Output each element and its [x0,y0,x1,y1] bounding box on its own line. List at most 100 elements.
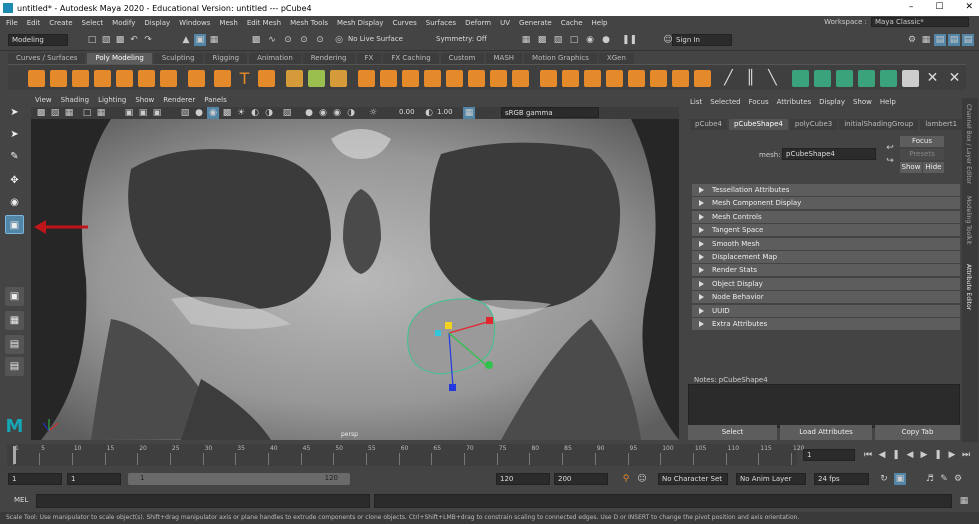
automatic-uv-icon[interactable] [858,70,875,87]
shelf-tab-animation[interactable]: Animation [249,53,301,64]
loop-icon[interactable]: ↻ [878,473,890,485]
mel-input[interactable] [36,494,370,508]
viewport-menu-shading[interactable]: Shading [61,96,89,107]
scale-tool-icon[interactable]: ▣ [5,215,24,234]
checker-icon[interactable] [902,70,919,87]
side-tab-attribute-editor[interactable]: Attribute Editor [965,264,972,310]
section-tessellation-attributes[interactable]: Tessellation Attributes [692,184,960,196]
close-button[interactable]: ✕ [965,2,973,12]
shelf-tab-poly-modeling[interactable]: Poly Modeling [87,53,152,64]
hypershade-icon[interactable]: ◉ [584,34,596,46]
boolean-difference-icon[interactable] [380,70,397,87]
viewport-menu-lighting[interactable]: Lighting [98,96,126,107]
section-mesh-controls[interactable]: Mesh Controls [692,211,960,223]
menu-generate[interactable]: Generate [519,19,552,27]
maximize-button[interactable]: ☐ [935,2,943,12]
section-tangent-space[interactable]: Tangent Space [692,224,960,236]
ae-tab-polycube3[interactable]: polyCube3 [789,119,838,130]
shelf-tab-rendering[interactable]: Rendering [302,53,355,64]
show-button[interactable]: Show [900,162,922,173]
shelf-tab-rigging[interactable]: Rigging [204,53,248,64]
step-forward-frame-icon[interactable]: ❚ [932,449,944,461]
step-forward-key-icon[interactable]: ▶ [946,449,958,461]
animation-preferences-icon[interactable]: ⚙ [952,473,964,485]
shadows-icon[interactable]: ◐ [249,107,261,119]
select-button[interactable]: Select [688,425,777,440]
menu-set-dropdown[interactable]: Modeling [8,34,68,46]
menu-edit[interactable]: Edit [27,19,41,27]
copy-tab-button[interactable]: Copy Tab [875,425,960,440]
menu-mesh-tools[interactable]: Mesh Tools [290,19,328,27]
exposure-icon[interactable]: ◑ [345,107,357,119]
anim-layer-dropdown[interactable]: No Anim Layer [736,473,806,485]
focus-button[interactable]: Focus [900,136,944,147]
save-scene-icon[interactable]: ▩ [114,34,126,46]
viewport-menu-view[interactable]: View [35,96,52,107]
color-management-icon[interactable]: ▦ [463,107,475,119]
ae-menu-show[interactable]: Show [853,98,872,109]
grid-icon[interactable]: ▦ [95,107,107,119]
presets-button[interactable]: Presets [900,149,944,160]
section-displacement-map[interactable]: Displacement Map [692,251,960,263]
menu-create[interactable]: Create [49,19,72,27]
camera-attributes-icon[interactable]: ▧ [49,107,61,119]
isolate-select-icon[interactable]: ● [303,107,315,119]
hide-button[interactable]: Hide [923,162,944,173]
two-view-layout-icon[interactable]: ▤ [5,335,24,354]
snap-curve-icon[interactable]: ∿ [266,34,278,46]
viewport-menu-show[interactable]: Show [135,96,154,107]
ae-menu-attributes[interactable]: Attributes [777,98,812,109]
live-surface-field[interactable]: No Live Surface [345,34,413,46]
go-to-end-icon[interactable]: ⏭ [960,449,972,461]
poly-cube-icon[interactable] [50,70,67,87]
single-perspective-layout-icon[interactable]: ▣ [5,287,24,306]
resolution-gate-icon[interactable]: ▣ [137,107,149,119]
append-polygon-icon[interactable] [606,70,623,87]
section-object-display[interactable]: Object Display [692,278,960,290]
ae-tab-pcubeshape4[interactable]: pCubeShape4 [728,119,788,130]
film-gate-icon[interactable]: ▣ [123,107,135,119]
boolean-intersection-icon[interactable] [402,70,419,87]
snap-view-plane-icon[interactable]: ⊙ [298,34,310,46]
section-uuid[interactable]: UUID [692,305,960,317]
insert-edge-loop-icon[interactable]: ║ [742,70,759,87]
auto-key-icon[interactable]: ⚲ [620,473,632,485]
offset-edge-loop-icon[interactable]: ╲ [764,70,781,87]
smooth-icon[interactable] [330,70,347,87]
ae-menu-focus[interactable]: Focus [749,98,769,109]
side-tab-channel-box[interactable]: Channel Box / Layer Editor [965,104,972,184]
move-tool-icon[interactable]: ✥ [5,171,24,190]
outliner-layout-icon[interactable]: ▤ [5,357,24,376]
shelf-tab-mash[interactable]: MASH [485,53,523,64]
perspective-viewport[interactable]: persp [31,119,679,440]
render-view-icon[interactable]: □ [568,34,580,46]
load-attributes-button[interactable]: Load Attributes [780,425,872,440]
menu-modify[interactable]: Modify [112,19,135,27]
menu-mesh[interactable]: Mesh [219,19,237,27]
svg-icon[interactable] [258,70,275,87]
range-slider[interactable]: 1 120 [128,473,350,485]
viewport-menu-renderer[interactable]: Renderer [163,96,195,107]
wireframe-icon[interactable]: ▧ [179,107,191,119]
notes-textarea[interactable] [688,384,960,428]
cache-playback-icon[interactable]: ▣ [894,473,906,485]
image-plane-icon[interactable]: □ [81,107,93,119]
exposure-value[interactable]: 0.00 [399,108,415,116]
remesh-icon[interactable] [512,70,529,87]
menu-windows[interactable]: Windows [179,19,210,27]
snap-point-icon[interactable]: ⊙ [282,34,294,46]
menu-file[interactable]: File [6,19,18,27]
detach-icon[interactable] [694,70,711,87]
menu-surfaces[interactable]: Surfaces [426,19,456,27]
time-slider[interactable]: 1 5 10 15 20 25 30 35 40 45 50 55 60 65 70 75 80 85 90 95 10… [7,444,804,466]
delete-history-icon[interactable]: ✕ [924,70,941,87]
step-back-key-icon[interactable]: ◀ [876,449,888,461]
select-object-icon[interactable]: ▣ [194,34,206,46]
reduce-icon[interactable] [490,70,507,87]
collapse-icon[interactable] [672,70,689,87]
textured-icon[interactable]: ▩ [221,107,233,119]
rotate-tool-icon[interactable]: ◉ [5,193,24,212]
render-frame-icon[interactable]: ▩ [536,34,548,46]
sidebar-toggle-icon[interactable]: ▦ [920,34,932,46]
bevel-icon[interactable] [562,70,579,87]
